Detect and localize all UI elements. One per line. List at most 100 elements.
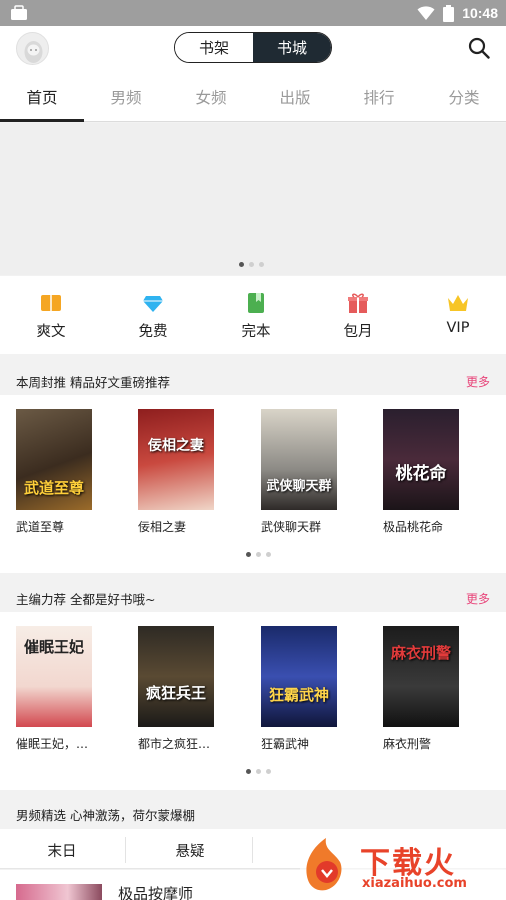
pager-dot (256, 552, 261, 557)
cover-title: 催眠王妃 (23, 638, 84, 656)
banner-pager (239, 262, 264, 267)
book-card[interactable]: 佞相之妻 佞相之妻 (138, 409, 214, 535)
book-cover: 疯狂兵王 (138, 626, 214, 727)
pager-dot (259, 262, 264, 267)
tab-publish[interactable]: 出版 (265, 86, 325, 108)
book-title: 麻衣刑警 (383, 737, 432, 751)
crown-icon (448, 295, 468, 311)
gift-icon (348, 293, 368, 313)
book-card[interactable]: 麻衣刑警 麻衣刑警 (383, 626, 459, 752)
section-pager (246, 769, 271, 774)
tab-category[interactable]: 分类 (434, 86, 494, 108)
quick-item-free[interactable]: 免费 (113, 292, 193, 341)
book-icon (41, 295, 61, 311)
cover-title: 佞相之妻 (148, 438, 204, 454)
quick-label: 免费 (138, 324, 168, 340)
book-cover (16, 884, 102, 900)
section-male-header: 男频精选 心神激荡，荷尔蒙爆棚 (0, 795, 506, 829)
more-link[interactable]: 更多 (466, 590, 490, 607)
book-cover: 武道至尊 (16, 409, 92, 510)
divider (125, 837, 126, 863)
more-link[interactable]: 更多 (466, 373, 490, 390)
book-card[interactable]: 桃花命 极品桃花命 (383, 409, 459, 535)
search-icon[interactable] (468, 37, 490, 59)
quick-label: 包月 (343, 324, 373, 340)
quick-label: 完本 (241, 324, 271, 340)
quick-item-hot[interactable]: 爽文 (11, 292, 91, 341)
avatar[interactable] (16, 32, 49, 65)
section-weekly-header: 本周封推 精品好文重磅推荐 更多 (0, 361, 506, 399)
section-title: 本周封推 精品好文重磅推荐 (16, 375, 170, 390)
book-title: 武道至尊 (16, 520, 65, 534)
book-title: 武侠聊天群 (261, 520, 322, 534)
quick-item-finished[interactable]: 完本 (216, 292, 296, 341)
active-tab-indicator (0, 119, 84, 122)
pager-dot (266, 552, 271, 557)
book-title: 极品桃花命 (383, 520, 444, 534)
cover-title: 狂霸武神 (268, 686, 329, 704)
banner-carousel[interactable] (0, 123, 506, 275)
section-editor-books: 催眠王妃 催眠王妃，… 疯狂兵王 都市之疯狂… 狂霸武神 狂霸武神 麻衣刑警 麻… (0, 612, 506, 790)
tab-bookstore[interactable]: 书城 (253, 33, 331, 62)
tab-male[interactable]: 男频 (96, 86, 156, 108)
tab-home[interactable]: 首页 (12, 86, 72, 108)
book-title: 催眠王妃，… (16, 737, 89, 751)
tab-female[interactable]: 女频 (181, 86, 241, 108)
book-card[interactable]: 武道至尊 武道至尊 (16, 409, 92, 535)
battery-icon (443, 4, 455, 22)
pager-dot (239, 262, 244, 267)
section-weekly-books: 武道至尊 武道至尊 佞相之妻 佞相之妻 武侠聊天群 武侠聊天群 桃花命 极品桃花… (0, 395, 506, 573)
book-cover: 佞相之妻 (138, 409, 214, 510)
section-title: 主编力荐 全都是好书哦~ (16, 592, 156, 607)
cover-title: 麻衣刑警 (390, 644, 451, 662)
quick-categories: 爽文 免费 完本 包月 VIP (0, 276, 506, 354)
book-title: 佞相之妻 (138, 520, 187, 534)
book-card[interactable]: 疯狂兵王 都市之疯狂… (138, 626, 214, 752)
book-cover: 桃花命 (383, 409, 459, 510)
book-card[interactable]: 武侠聊天群 武侠聊天群 (261, 409, 337, 535)
status-bar: 10:48 (0, 0, 506, 26)
book-cover: 武侠聊天群 (261, 409, 337, 510)
genre-apocalypse[interactable]: 末日 (12, 840, 112, 861)
channel-tabs: 首页 男频 女频 出版 排行 分类 (0, 72, 506, 122)
shelf-store-toggle: 书架 书城 (174, 32, 332, 63)
app-screen: 10:48 书架 书城 首页 男频 女频 出版 排行 分类 爽文 免费 完本 包… (0, 0, 506, 900)
book-cover: 催眠王妃 (16, 626, 92, 727)
book-card[interactable]: 狂霸武神 狂霸武神 (261, 626, 337, 752)
divider (252, 837, 253, 863)
pager-dot (249, 262, 254, 267)
diamond-icon (143, 296, 163, 312)
cover-title: 疯狂兵王 (145, 684, 206, 702)
section-editor-header: 主编力荐 全都是好书哦~ 更多 (0, 578, 506, 616)
book-cover: 狂霸武神 (261, 626, 337, 727)
cover-title: 武侠聊天群 (266, 479, 332, 494)
cover-title: 桃花命 (395, 464, 447, 484)
pager-dot (246, 769, 251, 774)
user-avatar-icon (24, 41, 43, 63)
quick-item-monthly[interactable]: 包月 (318, 292, 398, 341)
section-pager (246, 552, 271, 557)
tab-ranking[interactable]: 排行 (349, 86, 409, 108)
quick-item-vip[interactable]: VIP (418, 292, 498, 336)
book-title: 极品按摩师 (118, 885, 194, 900)
status-time: 10:48 (462, 5, 498, 21)
watermark-logo: 下载火 xiazaihuo.com (300, 832, 506, 900)
section-title: 男频精选 心神激荡，荷尔蒙爆棚 (16, 808, 195, 823)
genre-mystery[interactable]: 悬疑 (140, 840, 240, 861)
pager-dot (256, 769, 261, 774)
pager-dot (266, 769, 271, 774)
tab-bookshelf[interactable]: 书架 (175, 33, 253, 62)
pager-dot (246, 552, 251, 557)
book-card[interactable]: 催眠王妃 催眠王妃，… (16, 626, 92, 752)
book-title: 都市之疯狂… (138, 737, 211, 751)
notification-icon (11, 5, 27, 20)
wifi-icon (417, 5, 435, 20)
book-title: 狂霸武神 (261, 737, 310, 751)
quick-label: 爽文 (36, 324, 66, 340)
top-header: 书架 书城 (0, 26, 506, 72)
quick-label: VIP (446, 320, 470, 336)
cover-title: 武道至尊 (23, 479, 84, 497)
bookmark-icon (248, 293, 264, 313)
watermark-url: xiazaihuo.com (362, 876, 467, 891)
book-cover: 麻衣刑警 (383, 626, 459, 727)
